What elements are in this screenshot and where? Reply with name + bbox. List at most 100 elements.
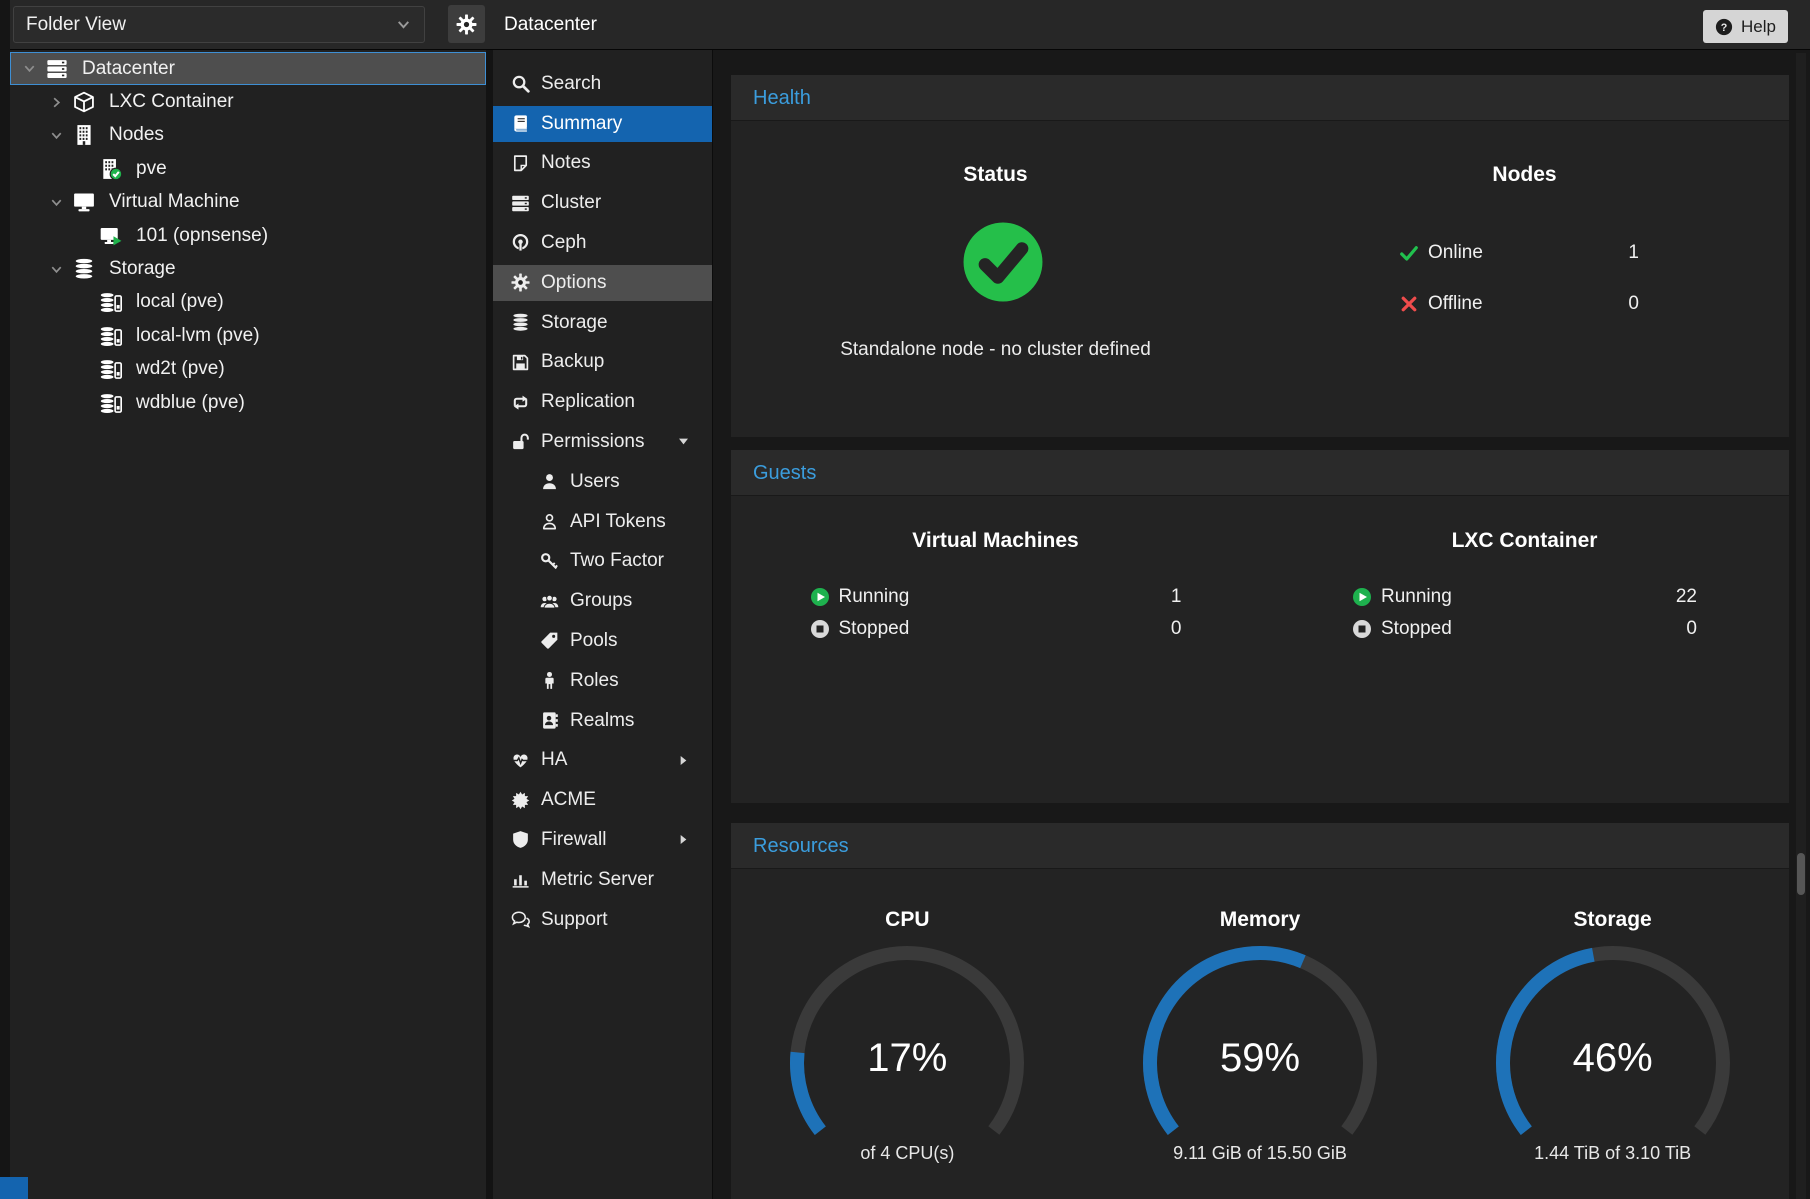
nav-item[interactable]: Groups (493, 583, 712, 619)
nav-item[interactable]: Replication (493, 384, 712, 420)
nav-item[interactable]: Search (493, 66, 712, 102)
tree-expander-icon[interactable] (49, 127, 73, 143)
nav-item[interactable]: Summary (493, 106, 712, 142)
tree-settings-button[interactable] (448, 5, 485, 43)
nav-item[interactable]: Notes (493, 145, 712, 181)
tree-row[interactable]: 101 (opnsense) (10, 219, 486, 252)
play-circle-icon (810, 587, 830, 607)
tree-expander-icon[interactable] (76, 161, 100, 177)
tree-row[interactable]: local (pve) (10, 286, 486, 319)
resource-tree-panel: Datacenter LXC Container Nodes (10, 50, 486, 1199)
nav-item-label: Ceph (541, 232, 586, 254)
tree-indent (10, 68, 22, 69)
guests-panel: Guests Virtual Machines Running 1 (731, 450, 1789, 803)
tree-expander-icon[interactable] (76, 395, 100, 411)
tree-expander-icon[interactable] (76, 328, 100, 344)
tree-expander-icon[interactable] (49, 261, 73, 277)
nav-item[interactable]: Ceph (493, 225, 712, 261)
tree-indent (10, 168, 76, 169)
tree-indent (10, 269, 49, 270)
guest-column-heading: LXC Container (1452, 529, 1598, 553)
tree-row[interactable]: LXC Container (10, 85, 486, 118)
tree-expander-icon[interactable] (76, 294, 100, 310)
nav-list: Search Summary Notes Cluster (493, 50, 712, 938)
status-ok-icon (962, 221, 1044, 303)
content-scrollbar[interactable] (1796, 53, 1806, 1199)
tree-row[interactable]: local-lvm (pve) (10, 319, 486, 352)
nav-panel-title: Datacenter (504, 0, 597, 50)
check-icon (1399, 243, 1419, 263)
datacenter-nav: Search Summary Notes Cluster (493, 50, 712, 1199)
tree-row[interactable]: Virtual Machine (10, 186, 486, 219)
lock-open-icon (508, 432, 532, 451)
database-icon (508, 313, 532, 332)
nav-item[interactable]: Firewall (493, 822, 712, 858)
caret-right-icon (677, 833, 690, 846)
tree-expander-icon[interactable] (76, 228, 100, 244)
stop-circle-icon (1352, 619, 1372, 639)
gear-icon (508, 273, 532, 292)
tree-row[interactable]: wdblue (pve) (10, 386, 486, 419)
status-heading: Status (731, 163, 1260, 187)
tree-row[interactable]: Datacenter (10, 52, 486, 85)
nav-item[interactable]: ACME (493, 782, 712, 818)
nav-item[interactable]: Pools (493, 623, 712, 659)
left-edge-strip (0, 0, 10, 1199)
nav-item[interactable]: Permissions (493, 424, 712, 460)
nav-item[interactable]: HA (493, 742, 712, 778)
database-drive-icon (100, 291, 129, 313)
nav-item-label: API Tokens (570, 511, 666, 533)
tree-row[interactable]: wd2t (pve) (10, 353, 486, 386)
scrollbar-thumb[interactable] (1797, 853, 1805, 895)
tree-indent (10, 335, 76, 336)
caret-right-icon (677, 754, 690, 767)
book-icon (508, 114, 532, 133)
nav-item[interactable]: Backup (493, 344, 712, 380)
nav-item[interactable]: Metric Server (493, 862, 712, 898)
nav-item[interactable]: API Tokens (493, 504, 712, 540)
nav-item[interactable]: Options (493, 265, 712, 301)
guest-status-label: Stopped (1381, 618, 1452, 640)
help-button[interactable]: ? Help (1703, 10, 1788, 43)
tree-item-label: pve (136, 158, 167, 180)
tree-expander-icon[interactable] (49, 94, 73, 110)
comments-icon (508, 910, 532, 929)
guest-status-row: Stopped 0 (1352, 614, 1697, 644)
nodes-table: Online 1 Offline 0 (1399, 238, 1639, 340)
nav-item[interactable]: Support (493, 902, 712, 938)
nav-item[interactable]: Roles (493, 663, 712, 699)
tree-expander-icon[interactable] (49, 194, 73, 210)
tree-expander-icon[interactable] (76, 361, 100, 377)
nav-item-label: Firewall (541, 829, 606, 851)
tree-row[interactable]: Nodes (10, 119, 486, 152)
chevron-down-icon[interactable] (395, 16, 412, 33)
search-icon (508, 74, 532, 93)
tree-item-label: local (pve) (136, 291, 224, 313)
tree-view-selector[interactable]: Folder View (13, 6, 425, 43)
nav-item[interactable]: Cluster (493, 185, 712, 221)
nav-item-label: Support (541, 909, 608, 931)
tree-expander-icon[interactable] (22, 61, 46, 77)
cluster-status-message: Standalone node - no cluster defined (731, 339, 1260, 361)
guest-status-value: 1 (1171, 586, 1182, 608)
users-group-icon (537, 592, 561, 611)
nav-item-label: Pools (570, 630, 618, 652)
server-icon (508, 194, 532, 213)
tree-view-selector-value: Folder View (26, 14, 126, 36)
nav-item-label: Metric Server (541, 869, 654, 891)
nav-item[interactable]: Users (493, 464, 712, 500)
nav-item[interactable]: Realms (493, 703, 712, 739)
proxmox-app: Folder View Datacenter ? Help Datacenter (0, 0, 1810, 1199)
tree-item-label: local-lvm (pve) (136, 325, 260, 347)
floppy-icon (508, 353, 532, 372)
gear-icon (456, 14, 477, 35)
panel-splitter[interactable] (486, 50, 493, 1199)
guest-column-heading: Virtual Machines (912, 529, 1079, 553)
gauge: 46% (1483, 942, 1743, 1157)
nav-item[interactable]: Two Factor (493, 543, 712, 579)
nav-item-label: Realms (570, 710, 634, 732)
nav-item[interactable]: Storage (493, 305, 712, 341)
guest-table: Running 1 Stopped 0 (810, 582, 1182, 646)
tree-row[interactable]: pve (10, 152, 486, 185)
tree-row[interactable]: Storage (10, 252, 486, 285)
